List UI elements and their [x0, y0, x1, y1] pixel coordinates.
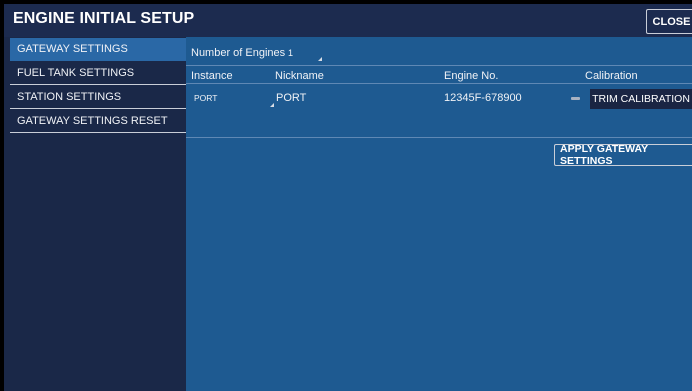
- apply-gateway-settings-button[interactable]: APPLY GATEWAY SETTINGS: [554, 143, 692, 167]
- minus-icon: [571, 97, 580, 100]
- close-button[interactable]: CLOSE: [646, 9, 692, 34]
- trim-calibration-button[interactable]: TRIM CALIBRATION: [590, 89, 692, 109]
- engines-count-dropdown[interactable]: 1: [286, 46, 323, 62]
- page-title: ENGINE INITIAL SETUP: [13, 10, 195, 27]
- sidebar: GATEWAY SETTINGS FUEL TANK SETTINGS STAT…: [4, 37, 186, 391]
- header-bar: ENGINE INITIAL SETUP CLOSE: [4, 4, 692, 37]
- row-divider: [186, 137, 692, 138]
- engine-number-field[interactable]: 12345F-678900: [444, 92, 522, 104]
- header-divider: [186, 65, 692, 66]
- instance-value: PORT: [194, 93, 218, 103]
- column-header-nickname: Nickname: [275, 70, 324, 82]
- sidebar-item-fuel-tank-settings[interactable]: FUEL TANK SETTINGS: [10, 62, 186, 85]
- engines-count-value: 1: [288, 48, 294, 58]
- column-header-instance: Instance: [191, 70, 233, 82]
- sidebar-item-station-settings[interactable]: STATION SETTINGS: [10, 86, 186, 109]
- column-header-engine-no: Engine No.: [444, 70, 499, 82]
- column-divider: [186, 83, 692, 84]
- instance-dropdown[interactable]: PORT: [191, 89, 274, 107]
- column-header-calibration: Calibration: [585, 70, 638, 82]
- dropdown-corner-icon: [318, 57, 322, 61]
- sidebar-item-gateway-settings-reset[interactable]: GATEWAY SETTINGS RESET: [10, 110, 186, 133]
- sidebar-item-gateway-settings[interactable]: GATEWAY SETTINGS: [10, 38, 186, 61]
- app-window: ENGINE INITIAL SETUP CLOSE GATEWAY SETTI…: [4, 4, 692, 391]
- nickname-field[interactable]: PORT: [276, 92, 306, 104]
- main-panel: Number of Engines 1 Instance Nickname En…: [186, 37, 692, 391]
- dropdown-corner-icon: [270, 103, 274, 107]
- engines-count-label: Number of Engines: [191, 47, 286, 59]
